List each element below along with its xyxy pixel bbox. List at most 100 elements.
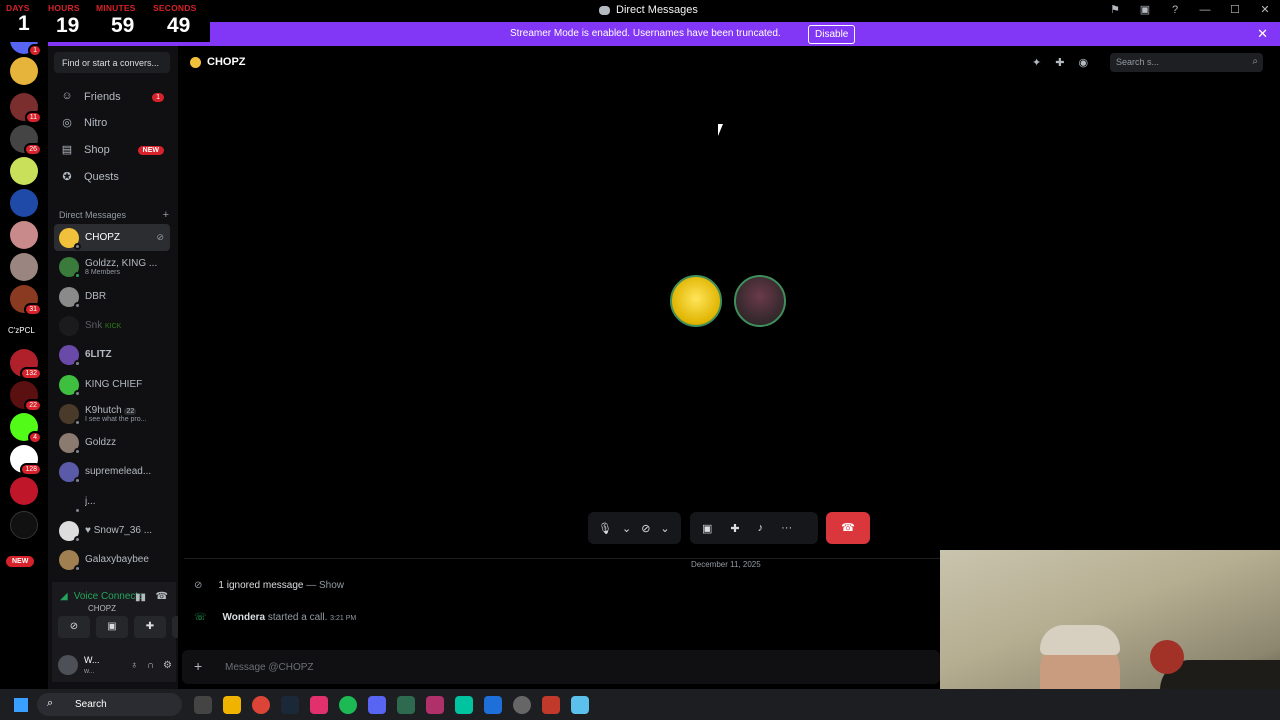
dm-item[interactable]: j... [54, 488, 170, 515]
spotify-icon[interactable] [339, 696, 357, 714]
chevron-down-icon[interactable]: ⌄ [660, 522, 669, 535]
steam-icon[interactable] [281, 696, 299, 714]
nav-friends[interactable]: ☺ Friends 1 [54, 85, 170, 109]
dm-name: CHOPZ [85, 232, 120, 243]
dm-item[interactable]: CHOPZ ⊘ [54, 224, 170, 251]
app-icon[interactable] [455, 696, 473, 714]
activities-icon[interactable]: ✚ [730, 522, 739, 535]
screenshare-button[interactable]: ▣ [96, 616, 128, 638]
call-controls-audio: 🎙 ⌄ ⊘ ⌄ [588, 512, 681, 544]
shop-new-badge: NEW [137, 145, 164, 155]
dm-item[interactable]: Goldzz, KING ... 8 Members [54, 253, 170, 280]
microphone-icon[interactable]: ♁ [130, 660, 138, 671]
server-icon[interactable]: 132 [10, 349, 42, 380]
dm-item[interactable]: K9hutch 22 I see what the pro... [54, 400, 170, 427]
find-conversation-input[interactable]: Find or start a convers... [54, 52, 170, 73]
app-icon[interactable] [513, 696, 531, 714]
username[interactable]: W... w... [84, 655, 100, 675]
kick-server-icon[interactable]: 4 [10, 413, 42, 444]
file-explorer-icon[interactable] [223, 696, 241, 714]
caller-name[interactable]: Wondera [223, 612, 266, 623]
close-window-button[interactable]: ✕ [1250, 3, 1280, 16]
folder-icon[interactable] [10, 511, 38, 539]
channel-name[interactable]: CHOPZ [207, 56, 246, 68]
inbox-flag-icon[interactable]: ⚑ [1100, 3, 1130, 16]
dm-name: DBR [85, 291, 107, 302]
search-input[interactable]: Search s... ⌕ [1110, 53, 1263, 72]
instagram-icon[interactable] [310, 696, 328, 714]
server-icon[interactable] [10, 57, 38, 85]
headphones-icon[interactable]: ∩ [147, 660, 154, 671]
help-icon[interactable]: ? [1160, 4, 1190, 16]
server-icon[interactable]: 22 [10, 381, 42, 412]
message-composer[interactable]: + Message @CHOPZ [182, 650, 940, 684]
avatar [190, 56, 201, 68]
dm-item[interactable]: Galaxybaybee [54, 546, 170, 573]
close-banner-icon[interactable]: ✕ [1257, 26, 1268, 42]
create-dm-plus-icon[interactable]: + [163, 209, 169, 221]
app-icon[interactable] [426, 696, 444, 714]
app-icon[interactable] [397, 696, 415, 714]
app-icon[interactable] [484, 696, 502, 714]
attach-plus-icon[interactable]: + [194, 658, 202, 674]
notepad-icon[interactable] [571, 696, 589, 714]
chrome-icon[interactable] [252, 696, 270, 714]
pin-icon[interactable]: ✦ [1032, 56, 1041, 69]
app-icon[interactable] [542, 696, 560, 714]
server-icon[interactable] [10, 221, 38, 249]
disconnect-icon[interactable]: ☎ [156, 591, 168, 602]
nav-quests[interactable]: ✪ Quests [54, 165, 170, 189]
disable-streamer-button[interactable]: Disable [808, 25, 856, 44]
server-icon[interactable]: 26 [10, 125, 42, 156]
server-icon[interactable]: 31 [10, 285, 42, 316]
camera-off-button[interactable]: ⊘ [58, 616, 90, 638]
avatar [59, 315, 79, 336]
dm-item[interactable]: 6LITZ [54, 341, 170, 368]
server-icon[interactable]: 11 [10, 93, 42, 124]
new-server-badge[interactable]: NEW [6, 556, 35, 567]
avatar[interactable] [58, 655, 78, 675]
dm-item[interactable]: DBR [54, 283, 170, 310]
add-friends-icon[interactable]: ✚ [1055, 56, 1064, 69]
server-icon[interactable] [10, 477, 38, 505]
server-icon[interactable] [10, 189, 38, 217]
leave-call-button[interactable]: ☎ [826, 512, 870, 544]
show-ignored-link[interactable]: Show [319, 580, 344, 591]
windows-start-icon[interactable] [14, 698, 28, 712]
avatar [59, 227, 81, 250]
chevron-down-icon[interactable]: ⌄ [622, 522, 631, 535]
dm-item[interactable]: KING CHIEF [54, 371, 170, 398]
task-view-icon[interactable] [194, 696, 212, 714]
noise-suppression-icon[interactable]: ▮▮ [135, 592, 146, 603]
microphone-icon[interactable]: 🎙 [598, 522, 612, 535]
taskbar-search[interactable]: ⌕ Search [37, 693, 182, 716]
camera-off-icon[interactable]: ⊘ [641, 522, 650, 535]
screen-icon[interactable]: ▣ [1130, 3, 1160, 16]
nav-nitro[interactable]: ◎ Nitro [54, 111, 170, 135]
user-profile-icon[interactable]: ◉ [1078, 56, 1088, 69]
voice-status-label[interactable]: Voice Connecte [74, 591, 144, 602]
participant-avatar[interactable] [670, 275, 722, 327]
dm-item[interactable]: supremelead... [54, 458, 170, 485]
server-icon[interactable] [10, 253, 38, 281]
minimize-button[interactable]: — [1190, 4, 1220, 16]
maximize-button[interactable]: ☐ [1220, 3, 1250, 16]
participant-avatar[interactable] [734, 275, 786, 327]
settings-gear-icon[interactable]: ⚙ [163, 660, 172, 671]
voice-channel-name[interactable]: CHOPZ [88, 604, 116, 613]
dm-item[interactable]: Goldzz [54, 429, 170, 456]
mute-icon[interactable]: ⊘ [156, 232, 164, 243]
activities-button[interactable]: ✚ [134, 616, 166, 638]
dm-item[interactable]: ♥ Snow7_36 ... [54, 517, 170, 544]
server-icon[interactable]: 128 [10, 445, 42, 476]
soundboard-icon[interactable]: ♪ [758, 522, 764, 534]
more-options-icon[interactable]: ··· [781, 522, 792, 534]
nav-shop[interactable]: ▤ Shop NEW [54, 138, 170, 162]
server-icon[interactable] [10, 157, 38, 185]
ignored-icon: ⊘ [194, 580, 203, 591]
screenshare-icon[interactable]: ▣ [702, 522, 712, 535]
dm-item[interactable]: Snk KICK [54, 312, 170, 339]
dm-panel: Find or start a convers... ☺ Friends 1 ◎… [48, 46, 204, 689]
server-text-label[interactable]: C'zPCL [8, 326, 35, 335]
discord-icon[interactable] [368, 696, 386, 714]
